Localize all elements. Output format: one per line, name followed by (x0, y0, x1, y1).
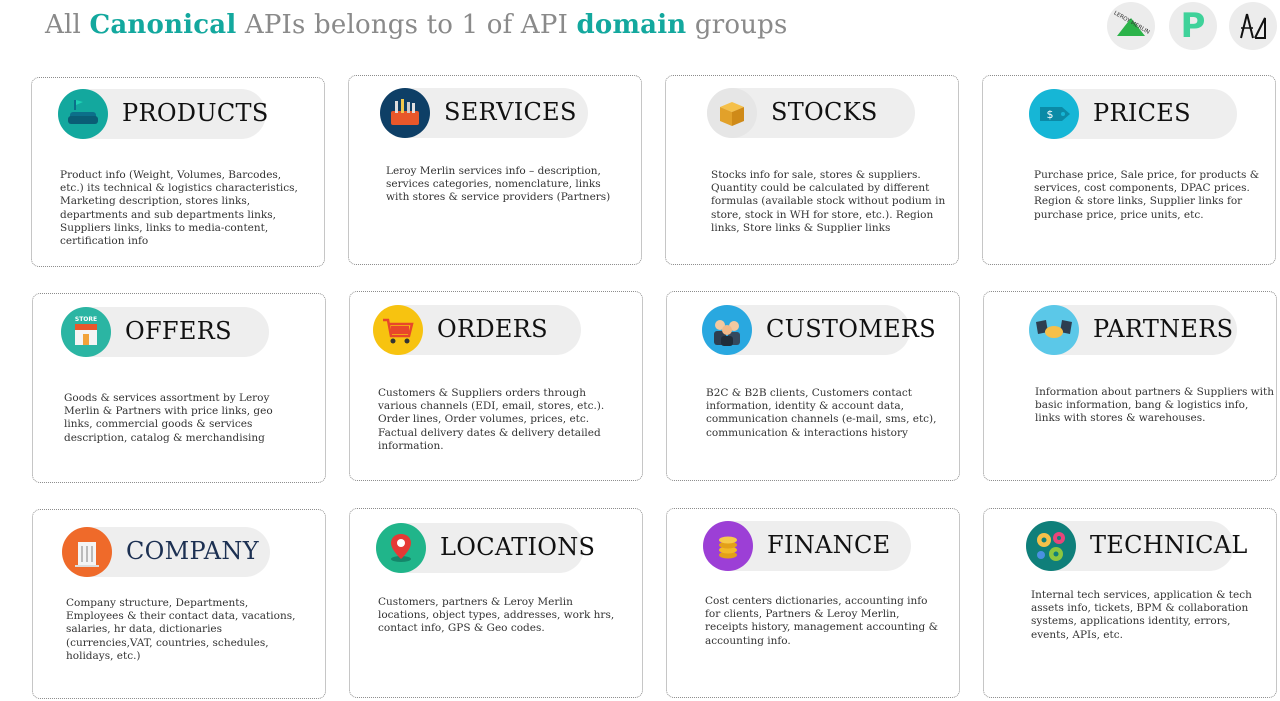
domain-label: PARTNERS (1093, 315, 1234, 343)
domain-card-offers: STORE OFFERS Goods & services assortment… (32, 293, 326, 483)
map-pin-icon (376, 523, 426, 573)
domain-card-company: COMPANY Company structure, Departments, … (32, 509, 326, 699)
domain-label: PRODUCTS (122, 99, 269, 127)
domain-label: COMPANY (126, 537, 259, 565)
domain-label: ORDERS (437, 315, 548, 343)
domain-description: B2C & B2B clients, Customers contact inf… (706, 387, 937, 439)
domain-header-partners: PARTNERS (1029, 305, 1237, 355)
people-icon (702, 305, 752, 355)
domain-card-partners: PARTNERS Information about partners & Su… (983, 291, 1277, 481)
domain-description: Company structure, Departments, Employee… (66, 597, 296, 662)
store-icon-text: STORE (75, 316, 97, 323)
p-logo: P (1169, 2, 1217, 50)
domain-header-technical: TECHNICAL (1026, 521, 1247, 571)
domain-description: Cost centers dictionaries, accounting in… (705, 595, 938, 647)
store-icon: STORE (61, 307, 111, 357)
domain-label: STOCKS (771, 98, 878, 126)
domain-description: Information about partners & Suppliers w… (1035, 386, 1275, 425)
domain-card-services: SERVICES Leroy Merlin services info – de… (348, 75, 642, 265)
domain-description: Leroy Merlin services info – description… (386, 165, 611, 204)
domain-description: Purchase price, Sale price, for products… (1034, 169, 1260, 221)
domain-header-company: COMPANY (62, 527, 270, 577)
domain-description: Product info (Weight, Volumes, Barcodes,… (60, 169, 298, 248)
sofa-icon (58, 89, 108, 139)
leroy-merlin-logo: LEROY MERLIN (1107, 2, 1155, 50)
title-part-1: All (45, 10, 82, 40)
domain-label: PRICES (1093, 99, 1191, 127)
page-title: All Canonical APIs belongs to 1 of API d… (45, 10, 788, 40)
domain-card-stocks: STOCKS Stocks info for sale, stores & su… (665, 75, 959, 265)
title-highlight-domain: domain (576, 10, 687, 40)
domain-label: FINANCE (767, 531, 891, 559)
domain-description: Customers, partners & Leroy Merlin locat… (378, 596, 615, 635)
domain-description: Internal tech services, application & te… (1031, 589, 1252, 641)
domain-card-products: PRODUCTS Product info (Weight, Volumes, … (31, 77, 325, 267)
domain-header-finance: FINANCE (703, 521, 911, 571)
domain-label: OFFERS (125, 317, 232, 345)
domain-label: CUSTOMERS (766, 315, 937, 343)
domain-header-offers: STORE OFFERS (61, 307, 269, 357)
domain-header-customers: CUSTOMERS (702, 305, 936, 355)
domain-header-services: SERVICES (380, 88, 588, 138)
price-tag-icon: $ (1029, 89, 1079, 139)
title-part-2: APIs belongs to 1 of API (244, 10, 569, 40)
domain-card-technical: TECHNICAL Internal tech services, applic… (983, 508, 1277, 698)
title-highlight-canonical: Canonical (89, 10, 237, 40)
domain-header-orders: ORDERS (373, 305, 581, 355)
domain-description: Goods & services assortment by Leroy Mer… (64, 392, 273, 444)
domain-header-stocks: STOCKS (707, 88, 915, 138)
domain-header-products: PRODUCTS (58, 89, 269, 139)
domain-label: SERVICES (444, 98, 577, 126)
svg-text:$: $ (1047, 108, 1054, 121)
domain-header-prices: $ PRICES (1029, 89, 1237, 139)
title-part-3: groups (694, 10, 788, 40)
gears-icon (1026, 521, 1076, 571)
domain-card-orders: ORDERS Customers & Suppliers orders thro… (349, 291, 643, 481)
compass-logo (1229, 2, 1277, 50)
handshake-icon (1029, 305, 1079, 355)
domain-header-locations: LOCATIONS (376, 523, 595, 573)
building-icon (62, 527, 112, 577)
cart-icon (373, 305, 423, 355)
domain-card-locations: LOCATIONS Customers, partners & Leroy Me… (349, 508, 643, 698)
domain-description: Customers & Suppliers orders through var… (378, 387, 605, 452)
toolbox-icon (380, 88, 430, 138)
domain-label: LOCATIONS (440, 533, 596, 561)
domain-card-customers: CUSTOMERS B2C & B2B clients, Customers c… (666, 291, 960, 481)
domain-label: TECHNICAL (1090, 531, 1248, 559)
domain-description: Stocks info for sale, stores & suppliers… (711, 169, 946, 234)
box-icon (707, 88, 757, 138)
domain-card-finance: FINANCE Cost centers dictionaries, accou… (666, 508, 960, 698)
domain-card-prices: $ PRICES Purchase price, Sale price, for… (982, 75, 1276, 265)
p-logo-text: P (1180, 6, 1206, 46)
coins-icon (703, 521, 753, 571)
